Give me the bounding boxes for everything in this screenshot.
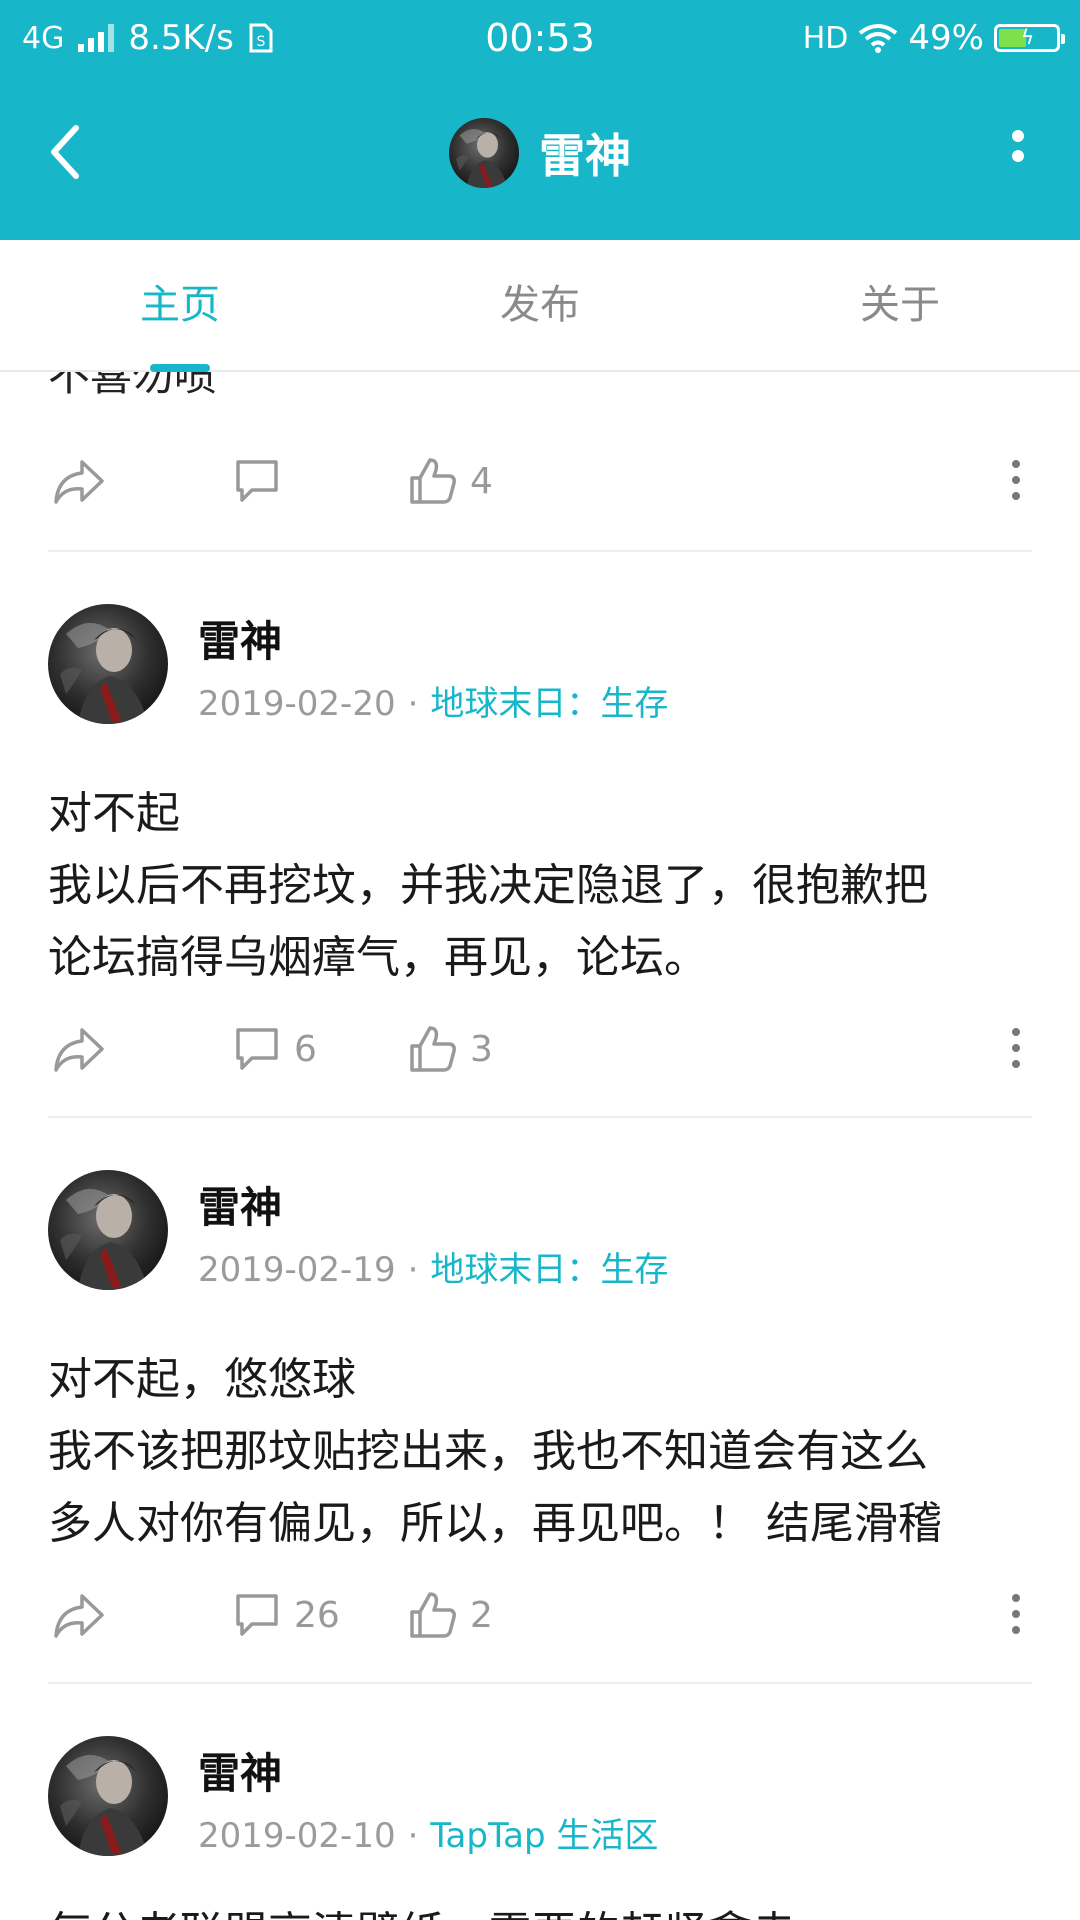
author-name[interactable]: 雷神 (198, 608, 282, 669)
post-line: 对不起 (48, 788, 180, 839)
hd-indicator: HD (802, 20, 849, 56)
meta-separator: · (407, 1816, 419, 1856)
like-count: 3 (470, 1028, 493, 1070)
post-line: 论坛搞得乌烟瘴气，再见，论坛。 (48, 932, 708, 983)
comment-count: 26 (294, 1594, 340, 1636)
tab-posts[interactable]: 发布 (360, 240, 720, 370)
post-line: 对不起，悠悠球 (48, 1354, 356, 1405)
post-body[interactable]: 对不起 我以后不再挖坟，并我决定隐退了，很抱歉把 论坛搞得乌烟瘴气，再见，论坛。 (48, 778, 1032, 994)
post-line: 我不该把那坟贴挖出来，我也不知道会有这么 (48, 1426, 928, 1477)
like-button[interactable]: 4 (408, 456, 493, 506)
like-button[interactable]: 3 (408, 1024, 493, 1074)
post-line: 每分老联盟高清壁纸，需要的赶紧拿走 (48, 1898, 1032, 1920)
share-icon (54, 1594, 104, 1638)
post-meta: 2019-02-19 · 地球末日：生存 (198, 1242, 668, 1291)
charging-icon: ϟ (1021, 25, 1035, 49)
app-bar: 雷神 (0, 96, 1080, 216)
share-button[interactable] (52, 1024, 108, 1074)
comment-icon (236, 460, 278, 502)
post-divider (48, 550, 1032, 552)
comment-button[interactable] (232, 456, 294, 506)
forum-link[interactable]: TapTap 生活区 (430, 1816, 658, 1856)
author-name[interactable]: 雷神 (198, 1174, 282, 1235)
forum-link[interactable]: 地球末日：生存 (430, 684, 668, 724)
more-button[interactable] (996, 124, 1040, 184)
share-button[interactable] (52, 456, 108, 506)
post-header: 雷神 2019-02-19 · 地球末日：生存 (48, 1170, 1032, 1290)
battery-percent: 49% (908, 18, 984, 58)
meta-separator: · (407, 1250, 419, 1290)
post-line: 我以后不再挖坟，并我决定隐退了，很抱歉把 (48, 860, 928, 911)
share-icon (54, 1028, 104, 1072)
like-count: 2 (470, 1594, 493, 1636)
battery-icon: ϟ (994, 24, 1065, 52)
more-vertical-icon (1012, 460, 1020, 500)
post-divider (48, 1682, 1032, 1684)
app-header: 4G 8.5K/s S 00:53 HD 49% ϟ 雷神 (0, 0, 1080, 240)
post-meta: 2019-02-10 · TapTap 生活区 (198, 1808, 658, 1857)
post-actions: 6 3 (0, 1008, 1080, 1088)
avatar[interactable] (48, 1170, 168, 1290)
status-bar: 4G 8.5K/s S 00:53 HD 49% ϟ (0, 0, 1080, 76)
post-actions: 26 2 (0, 1574, 1080, 1654)
post-more-button[interactable] (1010, 1592, 1022, 1636)
post-actions: 4 (0, 440, 1080, 520)
post-date: 2019-02-10 (198, 1816, 396, 1856)
status-right: HD 49% ϟ (802, 18, 1065, 58)
post-date: 2019-02-19 (198, 1250, 396, 1290)
more-vertical-icon (1012, 130, 1024, 162)
share-button[interactable] (52, 1590, 108, 1640)
tab-home[interactable]: 主页 (0, 240, 360, 370)
profile-tabs: 主页 发布 关于 (0, 240, 1080, 372)
more-vertical-icon (1012, 1594, 1020, 1634)
wifi-icon (859, 24, 898, 53)
post-divider (48, 1116, 1032, 1118)
comment-button[interactable]: 26 (232, 1590, 340, 1640)
thumbs-up-icon (410, 1592, 456, 1638)
post-feed[interactable]: 不喜勿喷 4 雷神 2019-02-20 · 地球末日：生存 对不起 我以后不再挖坟… (0, 372, 1080, 1920)
avatar[interactable] (48, 1736, 168, 1856)
comment-count: 6 (294, 1028, 317, 1070)
page-title: 雷神 (539, 129, 631, 183)
comment-button[interactable]: 6 (232, 1024, 317, 1074)
thumbs-up-icon (410, 458, 456, 504)
post-line: 多人对你有偏见，所以，再见吧。！ 结尾滑稽 (48, 1498, 942, 1549)
post-meta: 2019-02-20 · 地球末日：生存 (198, 676, 668, 725)
share-icon (54, 460, 104, 504)
post-more-button[interactable] (1010, 1026, 1022, 1070)
post-header: 雷神 2019-02-10 · TapTap 生活区 (48, 1736, 1032, 1856)
comment-icon (236, 1594, 278, 1636)
forum-link[interactable]: 地球末日：生存 (430, 1250, 668, 1290)
thumbs-up-icon (410, 1026, 456, 1072)
comment-icon (236, 1028, 278, 1070)
post-date: 2019-02-20 (198, 684, 396, 724)
author-name[interactable]: 雷神 (198, 1740, 282, 1801)
post-body[interactable]: 每分老联盟高清壁纸，需要的赶紧拿走 (48, 1898, 1032, 1920)
more-vertical-icon (1012, 1028, 1020, 1068)
meta-separator: · (407, 684, 419, 724)
avatar[interactable] (48, 604, 168, 724)
post-more-button[interactable] (1010, 458, 1022, 502)
active-tab-indicator (150, 364, 210, 372)
profile-title: 雷神 (0, 118, 1080, 188)
tab-about[interactable]: 关于 (720, 240, 1080, 370)
post-body-cutoff: 不喜勿喷 (48, 372, 217, 400)
post-body[interactable]: 对不起，悠悠球 我不该把那坟贴挖出来，我也不知道会有这么 多人对你有偏见，所以，… (48, 1344, 1032, 1560)
post-header: 雷神 2019-02-20 · 地球末日：生存 (48, 604, 1032, 724)
like-button[interactable]: 2 (408, 1590, 493, 1640)
like-count: 4 (470, 460, 493, 502)
avatar (449, 118, 519, 188)
